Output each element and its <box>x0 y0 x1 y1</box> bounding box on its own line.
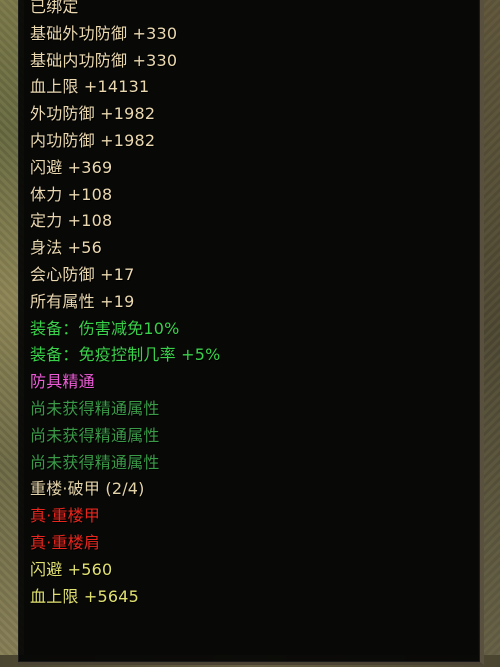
set-piece-shoulder: 真·重楼肩 <box>30 532 101 552</box>
stat-focus: 定力 +108 <box>30 211 113 231</box>
stat-outer-defense: 外功防御 +1982 <box>30 104 156 124</box>
item-attribute-list: 已绑定 基础外功防御 +330 基础内功防御 +330 血上限 +14131 外… <box>30 0 220 610</box>
stat-dodge: 闪避 +369 <box>30 157 113 177</box>
stat-crit-defense: 会心防御 +17 <box>30 264 135 284</box>
equip-effect-control-immunity: 装备：免疫控制几率 +5% <box>30 345 221 365</box>
stat-base-outer-defense: 基础外功防御 +330 <box>30 23 178 43</box>
mastery-slot-empty: 尚未获得精通属性 <box>30 452 160 472</box>
stat-all-attributes: 所有属性 +19 <box>30 291 135 311</box>
stat-inner-defense: 内功防御 +1982 <box>30 130 156 150</box>
stat-max-hp: 血上限 +14131 <box>30 77 150 97</box>
set-bonus-dodge: 闪避 +560 <box>30 559 113 579</box>
bind-status: 已绑定 <box>30 0 79 16</box>
set-piece-armor: 真·重楼甲 <box>30 506 101 526</box>
armor-mastery-heading: 防具精通 <box>30 372 95 392</box>
stat-stamina: 体力 +108 <box>30 184 113 204</box>
stat-base-inner-defense: 基础内功防御 +330 <box>30 50 178 70</box>
mastery-slot-empty: 尚未获得精通属性 <box>30 398 160 418</box>
set-bonus-max-hp: 血上限 +5645 <box>30 586 140 606</box>
stat-agility: 身法 +56 <box>30 238 103 258</box>
set-name: 重楼·破甲 (2/4) <box>30 479 145 499</box>
equip-effect-damage-reduction: 装备：伤害减免10% <box>30 318 180 338</box>
mastery-slot-empty: 尚未获得精通属性 <box>30 425 160 445</box>
